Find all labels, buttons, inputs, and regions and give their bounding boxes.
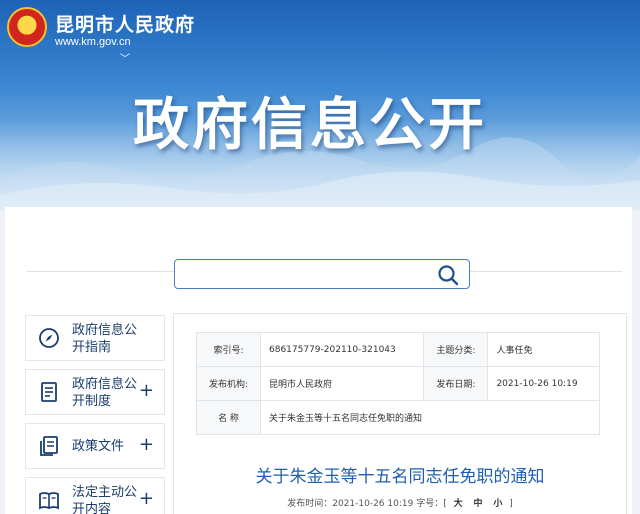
font-size-medium-button[interactable]: 中 — [473, 499, 482, 509]
publish-prefix: 发布时间： — [287, 499, 333, 509]
compass-icon — [39, 328, 59, 348]
sidebar-item-label: 法定主动公开内容 — [72, 485, 138, 514]
font-size-large-button[interactable]: 大 — [454, 499, 463, 509]
sidebar-item-system[interactable]: 政府信息公开制度 + — [25, 369, 165, 415]
document-icon — [41, 382, 57, 402]
site-url: www.km.gov.cn — [55, 36, 131, 48]
font-size-label: 字号：[ — [416, 499, 447, 509]
page-title: 政府信息公开 — [133, 93, 487, 158]
index-label: 索引号: — [196, 332, 261, 367]
document-meta: 发布时间：2021-10-26 10:19 字号：[ 大 中 小 ] — [174, 496, 626, 509]
table-row: 发布机构: 昆明市人民政府 发布日期: 2021-10-26 10:19 — [196, 366, 600, 401]
book-icon — [39, 492, 59, 510]
topic-label: 主题分类: — [423, 332, 489, 367]
files-icon — [40, 436, 58, 456]
table-row: 索引号: 686175779-202110-321043 主题分类: 人事任免 — [196, 332, 600, 367]
bird-icon: ﹀ — [120, 54, 130, 65]
sidebar-item-label: 政府信息公开指南 — [72, 323, 138, 355]
document-title: 关于朱金玉等十五名同志任免职的通知 — [255, 467, 545, 487]
font-size-small-button[interactable]: 小 — [493, 499, 502, 509]
org-value: 昆明市人民政府 — [259, 366, 425, 401]
name-value: 关于朱金玉等十五名同志任免职的通知 — [260, 400, 600, 435]
name-label: 名 称 — [196, 400, 261, 435]
publish-time: 2021-10-26 10:19 — [332, 499, 414, 509]
search-input[interactable] — [183, 265, 433, 283]
search-icon[interactable] — [437, 264, 459, 286]
main-panel: 政府信息公开指南 政府信息公开制度 + 政策文件 + 法定主动公开内容 + 索引… — [5, 207, 632, 514]
date-value: 2021-10-26 10:19 — [487, 366, 600, 401]
sidebar-item-statutory[interactable]: 法定主动公开内容 + — [25, 477, 165, 514]
expand-icon[interactable]: + — [139, 382, 154, 400]
national-emblem-icon: ★ — [7, 7, 47, 47]
sidebar-item-guide[interactable]: 政府信息公开指南 — [25, 315, 165, 361]
index-value: 686175779-202110-321043 — [259, 332, 425, 367]
sidebar-item-policy[interactable]: 政策文件 + — [25, 423, 165, 469]
table-row: 名 称 关于朱金玉等十五名同志任免职的通知 — [196, 400, 600, 435]
sidebar-item-label: 政府信息公开制度 — [72, 377, 138, 409]
header-banner: ★ 昆明市人民政府 www.km.gov.cn ﹀ 政府信息公开 — [0, 0, 640, 210]
search-box — [174, 259, 470, 289]
org-label: 发布机构: — [196, 366, 261, 401]
topic-value: 人事任免 — [487, 332, 600, 367]
date-label: 发布日期: — [423, 366, 489, 401]
sidebar-item-label: 政策文件 — [72, 439, 125, 454]
site-name[interactable]: 昆明市人民政府 — [55, 10, 195, 37]
metadata-table: 索引号: 686175779-202110-321043 主题分类: 人事任免 … — [196, 332, 600, 435]
bracket-close: ] — [509, 499, 513, 509]
expand-icon[interactable]: + — [139, 490, 154, 508]
article-content: 索引号: 686175779-202110-321043 主题分类: 人事任免 … — [173, 313, 627, 514]
expand-icon[interactable]: + — [139, 436, 154, 454]
